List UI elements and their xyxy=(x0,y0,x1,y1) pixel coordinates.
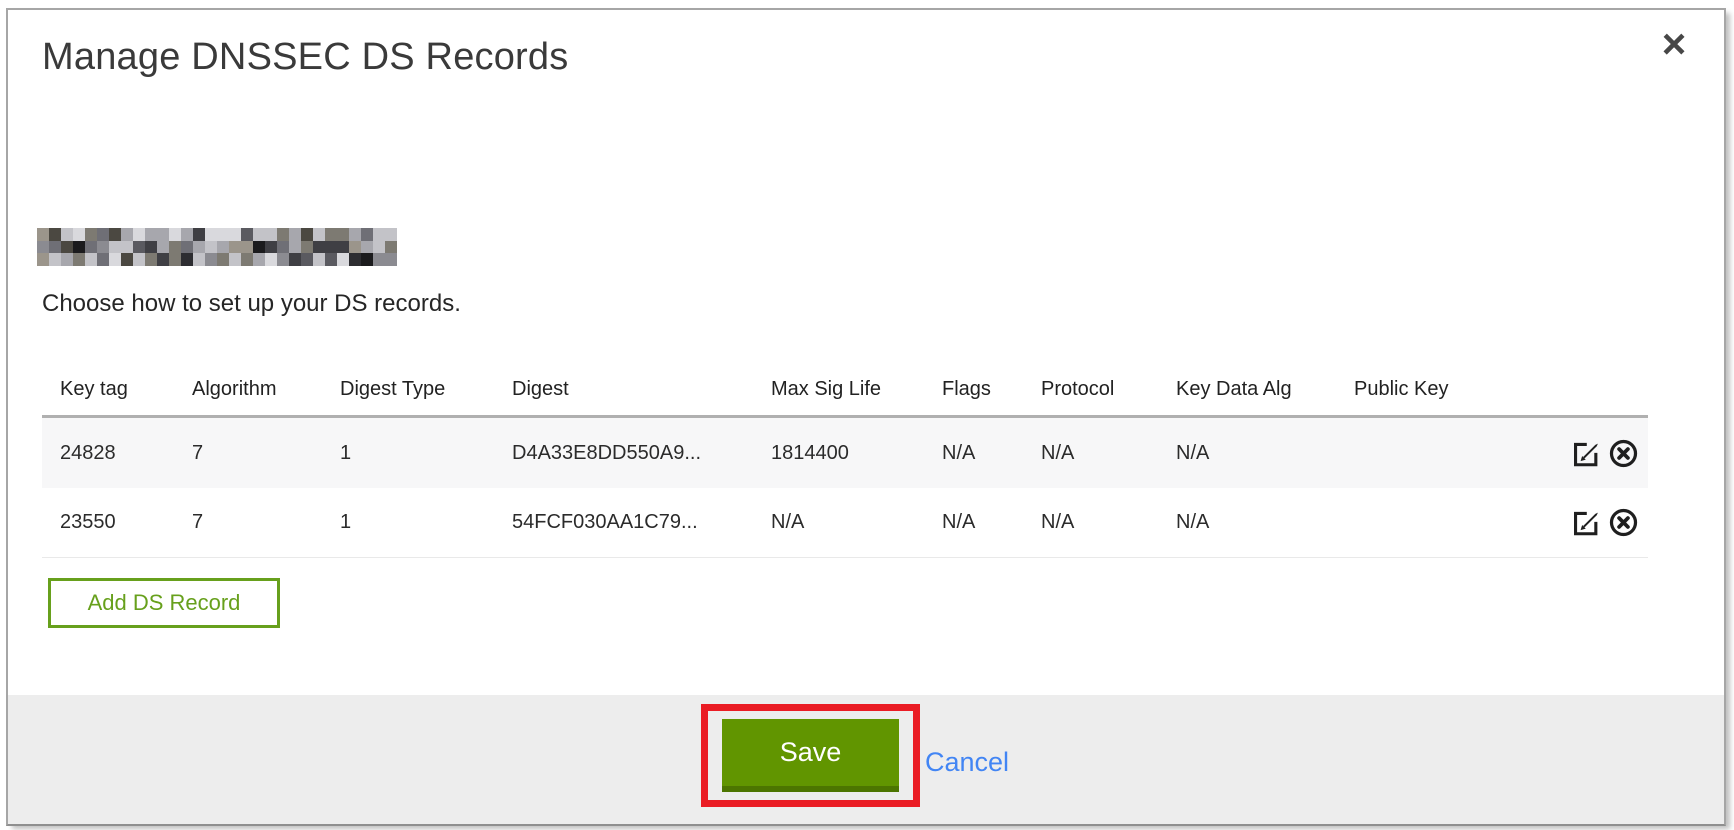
col-header-protocol: Protocol xyxy=(1023,378,1158,415)
cell-max-sig-life: 1814400 xyxy=(753,442,924,465)
modal-footer: Save Cancel xyxy=(8,695,1724,824)
delete-icon xyxy=(1608,438,1639,469)
cell-digest: 54FCF030AA1C79... xyxy=(494,511,753,534)
cancel-link[interactable]: Cancel xyxy=(925,747,1009,778)
delete-record-button[interactable] xyxy=(1606,436,1640,470)
cell-digest-type: 1 xyxy=(322,442,494,465)
delete-record-button[interactable] xyxy=(1606,506,1640,540)
cell-actions xyxy=(1549,436,1648,470)
col-header-digest: Digest xyxy=(494,378,753,415)
cell-actions xyxy=(1549,506,1648,540)
annotation-highlight-box: Save xyxy=(701,704,920,807)
cell-algorithm: 7 xyxy=(174,511,322,534)
add-ds-record-button[interactable]: Add DS Record xyxy=(48,578,280,628)
col-header-digest-type: Digest Type xyxy=(322,378,494,415)
cell-digest-type: 1 xyxy=(322,511,494,534)
dnssec-modal: Manage DNSSEC DS Records × Choose how to… xyxy=(6,8,1726,826)
col-header-public-key: Public Key xyxy=(1336,378,1549,415)
page-title: Manage DNSSEC DS Records xyxy=(42,36,568,79)
col-header-algorithm: Algorithm xyxy=(174,378,322,415)
table-header-row: Key tag Algorithm Digest Type Digest Max… xyxy=(42,360,1648,418)
cell-flags: N/A xyxy=(924,442,1023,465)
col-header-key-tag: Key tag xyxy=(42,378,174,415)
cell-algorithm: 7 xyxy=(174,442,322,465)
cell-key-tag: 24828 xyxy=(42,442,174,465)
edit-icon xyxy=(1570,507,1601,538)
redacted-domain xyxy=(37,228,397,266)
close-icon[interactable]: × xyxy=(1650,20,1698,68)
cell-protocol: N/A xyxy=(1023,442,1158,465)
ds-records-table: Key tag Algorithm Digest Type Digest Max… xyxy=(42,360,1648,558)
cell-protocol: N/A xyxy=(1023,511,1158,534)
cell-key-tag: 23550 xyxy=(42,511,174,534)
intro-text: Choose how to set up your DS records. xyxy=(42,290,461,318)
edit-record-button[interactable] xyxy=(1568,506,1602,540)
delete-icon xyxy=(1608,507,1639,538)
table-row: 23550 7 1 54FCF030AA1C79... N/A N/A N/A … xyxy=(42,488,1648,558)
col-header-flags: Flags xyxy=(924,378,1023,415)
col-header-key-data-alg: Key Data Alg xyxy=(1158,378,1336,415)
save-button[interactable]: Save xyxy=(722,719,899,792)
table-row: 24828 7 1 D4A33E8DD550A9... 1814400 N/A … xyxy=(42,418,1648,488)
cell-key-data-alg: N/A xyxy=(1158,511,1336,534)
cell-max-sig-life: N/A xyxy=(753,511,924,534)
cell-digest: D4A33E8DD550A9... xyxy=(494,442,753,465)
cell-flags: N/A xyxy=(924,511,1023,534)
col-header-max-sig-life: Max Sig Life xyxy=(753,378,924,415)
edit-record-button[interactable] xyxy=(1568,436,1602,470)
edit-icon xyxy=(1570,438,1601,469)
cell-key-data-alg: N/A xyxy=(1158,442,1336,465)
col-header-actions xyxy=(1549,401,1648,415)
